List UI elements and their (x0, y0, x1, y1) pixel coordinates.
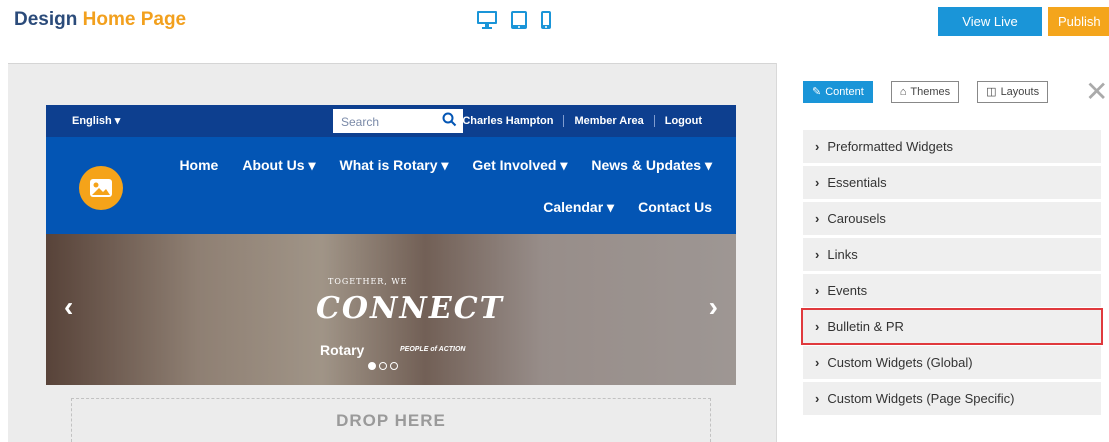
tab-layouts[interactable]: ◫ Layouts (977, 81, 1049, 103)
carousel-dot[interactable] (368, 362, 376, 370)
image-placeholder-icon[interactable] (79, 166, 123, 210)
widget-panel: ✎ Content ⌂ Themes ◫ Layouts ✕ › Preforma… (776, 63, 1109, 442)
hero-carousel[interactable]: TOGETHER, WE CONNECT Rotary PEOPLE of AC… (46, 234, 736, 385)
nav-contact-us[interactable]: Contact Us (638, 199, 712, 216)
themes-icon: ⌂ (899, 86, 907, 98)
tablet-icon[interactable] (510, 10, 528, 35)
site-search[interactable]: Search (333, 109, 463, 133)
edit-icon: ✎ (812, 86, 822, 98)
nav-about-us[interactable]: About Us ▾ (242, 157, 315, 174)
widget-category-essentials[interactable]: › Essentials (803, 166, 1101, 199)
page-title: Design Home Page (14, 9, 186, 31)
top-bar: Design Home Page View Live Page Publish (0, 0, 1109, 58)
chevron-right-icon: › (815, 211, 820, 226)
layouts-icon: ◫ (986, 86, 997, 98)
chevron-right-icon: › (815, 283, 820, 298)
tab-content[interactable]: ✎ Content (803, 81, 873, 103)
carousel-dots (368, 362, 398, 370)
widget-category-custom-global[interactable]: › Custom Widgets (Global) (803, 346, 1101, 379)
site-utility-bar: English ▾ Search Charles Hampton Member … (46, 105, 736, 137)
nav-calendar[interactable]: Calendar ▾ (543, 199, 614, 216)
chevron-right-icon: › (815, 175, 820, 190)
chevron-right-icon: › (815, 319, 820, 334)
panel-tabs: ✎ Content ⌂ Themes ◫ Layouts (803, 81, 1049, 103)
publish-button[interactable]: Publish (1048, 7, 1109, 36)
nav-what-is-rotary[interactable]: What is Rotary ▾ (339, 157, 448, 174)
user-name-link[interactable]: Charles Hampton (452, 115, 563, 127)
widget-category-events[interactable]: › Events (803, 274, 1101, 307)
chevron-right-icon: › (815, 355, 820, 370)
widget-category-preformatted[interactable]: › Preformatted Widgets (803, 130, 1101, 163)
tab-themes[interactable]: ⌂ Themes (890, 81, 960, 103)
view-live-page-button[interactable]: View Live Page (938, 7, 1042, 58)
site-preview: English ▾ Search Charles Hampton Member … (46, 105, 736, 442)
utility-links: Charles Hampton Member Area Logout (452, 115, 712, 127)
hero-tagline-small: TOGETHER, WE (328, 277, 408, 286)
widget-category-bulletin-pr[interactable]: › Bulletin & PR (801, 308, 1103, 345)
member-area-link[interactable]: Member Area (563, 115, 653, 127)
carousel-dot[interactable] (390, 362, 398, 370)
hero-brand: Rotary (320, 342, 365, 358)
widget-category-links[interactable]: › Links (803, 238, 1101, 271)
carousel-next-icon[interactable]: › (709, 291, 718, 323)
mobile-icon[interactable] (540, 10, 552, 35)
drop-zone[interactable]: DROP HERE (71, 398, 711, 442)
caret-down-icon: ▾ (114, 115, 121, 127)
nav-news-updates[interactable]: News & Updates ▾ (591, 157, 712, 174)
language-selector[interactable]: English ▾ (72, 114, 120, 127)
logout-link[interactable]: Logout (653, 115, 712, 127)
site-search-placeholder: Search (341, 115, 380, 129)
tab-themes-label: Themes (910, 86, 951, 98)
hero-brand-sub: PEOPLE of ACTION (400, 346, 466, 353)
widget-category-carousels[interactable]: › Carousels (803, 202, 1101, 235)
language-label: English (72, 115, 112, 127)
tab-layouts-label: Layouts (1000, 86, 1040, 98)
site-main-nav: Home About Us ▾ What is Rotary ▾ Get Inv… (46, 137, 736, 234)
page-title-accent: Home Page (82, 9, 187, 30)
widget-category-list: › Preformatted Widgets › Essentials › Carou… (801, 130, 1103, 418)
chevron-right-icon: › (815, 139, 820, 154)
carousel-dot[interactable] (379, 362, 387, 370)
close-icon[interactable]: ✕ (1085, 78, 1108, 106)
nav-get-involved[interactable]: Get Involved ▾ (472, 157, 567, 174)
nav-row-primary: Home About Us ▾ What is Rotary ▾ Get Inv… (179, 157, 712, 174)
widget-category-custom-page[interactable]: › Custom Widgets (Page Specific) (803, 382, 1101, 415)
device-switcher (476, 10, 552, 35)
carousel-prev-icon[interactable]: ‹ (64, 291, 73, 323)
chevron-right-icon: › (815, 391, 820, 406)
desktop-icon[interactable] (476, 10, 498, 35)
nav-home[interactable]: Home (179, 157, 218, 174)
hero-tagline-big: CONNECT (316, 291, 504, 326)
tab-content-label: Content (825, 86, 864, 98)
page-title-prefix: Design (14, 9, 78, 30)
nav-row-secondary: Calendar ▾ Contact Us (543, 199, 712, 216)
chevron-right-icon: › (815, 247, 820, 262)
